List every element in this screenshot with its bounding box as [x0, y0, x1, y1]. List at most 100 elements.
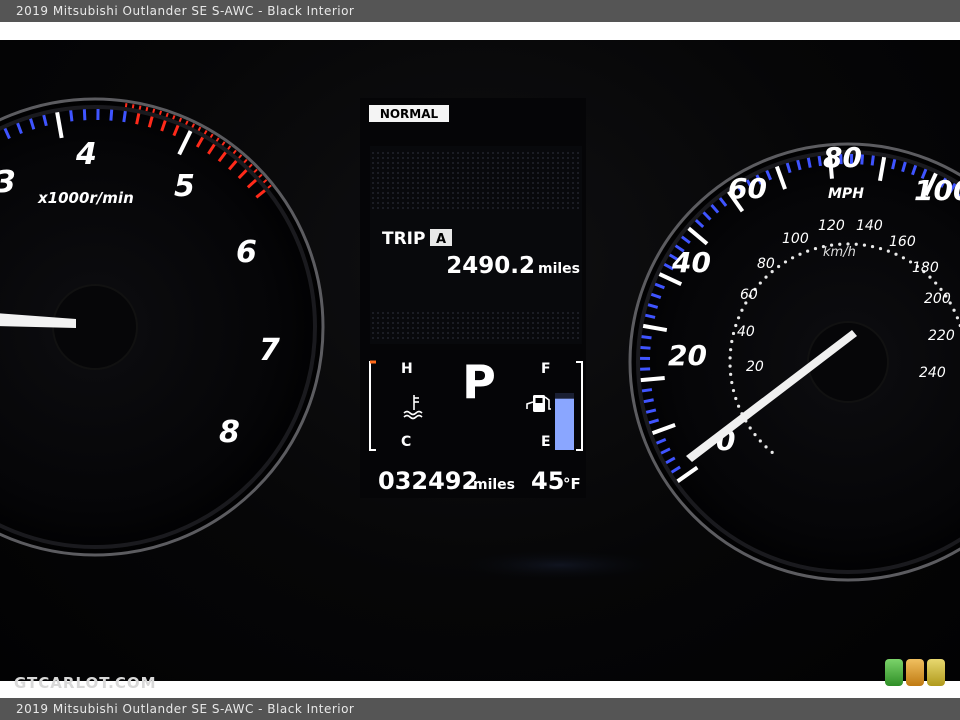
display-dot — [482, 197, 484, 199]
display-dot — [407, 172, 409, 174]
display-dot — [392, 207, 394, 209]
display-dot — [442, 197, 444, 199]
display-dot — [557, 197, 559, 199]
display-dot — [432, 172, 434, 174]
display-dot — [497, 172, 499, 174]
display-dot — [472, 182, 474, 184]
display-dot — [382, 167, 384, 169]
mph-number-80: 80 — [823, 141, 862, 174]
kmh-dot — [758, 281, 762, 285]
display-dot — [487, 197, 489, 199]
kmh-dot — [729, 372, 733, 376]
display-dot — [417, 337, 419, 339]
display-dot — [402, 312, 404, 314]
display-dot — [447, 197, 449, 199]
display-dot — [557, 332, 559, 334]
display-dot — [382, 207, 384, 209]
display-dot — [552, 187, 554, 189]
display-dot — [462, 207, 464, 209]
display-dot — [477, 312, 479, 314]
display-dot — [562, 152, 564, 154]
display-dot — [372, 312, 374, 314]
display-dot — [437, 162, 439, 164]
display-dot — [502, 157, 504, 159]
display-dot — [437, 157, 439, 159]
display-dot — [437, 197, 439, 199]
display-dot — [457, 182, 459, 184]
display-dot — [522, 182, 524, 184]
display-dot — [432, 192, 434, 194]
kmh-dot — [731, 388, 736, 393]
display-dot — [387, 322, 389, 324]
display-dot — [372, 332, 374, 334]
display-dot — [417, 182, 419, 184]
display-dot — [452, 197, 454, 199]
display-dot — [487, 157, 489, 159]
display-dot — [452, 207, 454, 209]
display-dot — [502, 167, 504, 169]
display-dot — [392, 332, 394, 334]
display-dot — [437, 337, 439, 339]
display-dot — [567, 207, 569, 209]
display-dot — [432, 152, 434, 154]
display-dot — [562, 177, 564, 179]
display-dot — [422, 197, 424, 199]
display-dot — [417, 177, 419, 179]
display-dot — [397, 187, 399, 189]
display-dot — [377, 197, 379, 199]
display-dot — [432, 327, 434, 329]
display-dot — [527, 167, 529, 169]
display-dot — [577, 197, 579, 199]
display-dot — [372, 192, 374, 194]
display-dot — [487, 172, 489, 174]
dash-reflection — [440, 547, 680, 583]
display-dot — [577, 167, 579, 169]
display-dot — [557, 317, 559, 319]
display-dot — [512, 187, 514, 189]
display-dot — [567, 177, 569, 179]
display-dot — [542, 152, 544, 154]
display-dot — [407, 337, 409, 339]
display-dot — [502, 152, 504, 154]
display-dot — [397, 157, 399, 159]
display-dot — [522, 152, 524, 154]
display-dot — [472, 172, 474, 174]
display-dot — [402, 187, 404, 189]
display-dot — [427, 327, 429, 329]
display-dot — [497, 157, 499, 159]
display-dot — [377, 332, 379, 334]
kmh-dot — [730, 339, 734, 344]
display-dot — [532, 192, 534, 194]
display-dot — [477, 172, 479, 174]
display-dot — [467, 182, 469, 184]
display-dot — [402, 177, 404, 179]
display-dot — [437, 192, 439, 194]
display-dot — [532, 182, 534, 184]
display-dot — [497, 327, 499, 329]
display-dot — [372, 197, 374, 199]
display-dot — [387, 157, 389, 159]
display-dot — [377, 202, 379, 204]
display-dot — [387, 172, 389, 174]
display-dot — [507, 182, 509, 184]
display-dot — [407, 322, 409, 324]
display-dot — [527, 317, 529, 319]
kmh-dot — [862, 243, 867, 247]
display-dot — [457, 162, 459, 164]
display-dot — [497, 177, 499, 179]
display-dot — [482, 152, 484, 154]
display-dot — [577, 162, 579, 164]
tach-number-8: 8 — [219, 415, 240, 450]
display-dot — [417, 202, 419, 204]
display-dot — [487, 332, 489, 334]
instrument-cluster: 3 4 5 6 7 8 x1000r/min 0 20 40 60 80 100… — [0, 97, 960, 583]
display-dot — [572, 332, 574, 334]
display-dot — [482, 322, 484, 324]
display-dot — [457, 197, 459, 199]
display-dot — [532, 312, 534, 314]
display-dot — [557, 202, 559, 204]
display-dot — [412, 322, 414, 324]
display-dot — [387, 332, 389, 334]
display-dot — [377, 157, 379, 159]
display-dot — [562, 182, 564, 184]
